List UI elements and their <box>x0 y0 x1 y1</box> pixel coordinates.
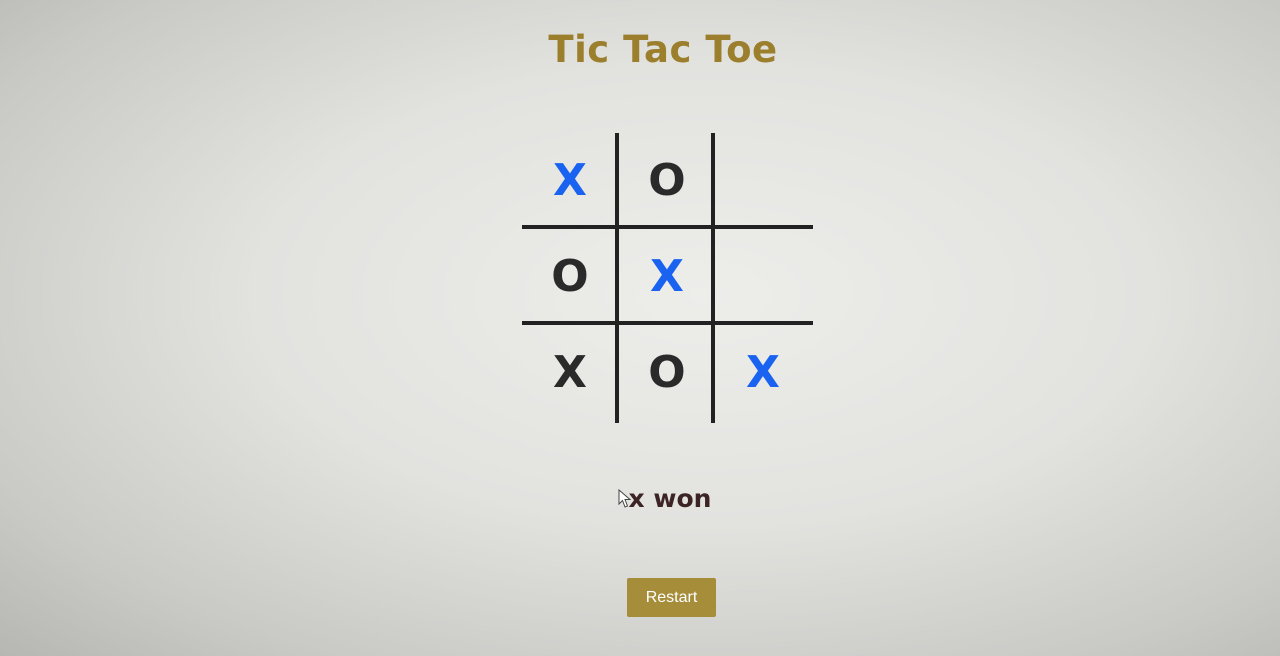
board-cell-9[interactable]: X <box>715 325 811 419</box>
board-cell-7[interactable]: X <box>522 325 618 419</box>
game-board: X O O X X O X <box>522 133 813 423</box>
board-cell-4[interactable]: O <box>522 229 618 323</box>
board-cell-8[interactable]: O <box>619 325 715 419</box>
mouse-pointer-icon <box>618 489 632 508</box>
game-title: Tic Tac Toe <box>548 28 778 71</box>
board-cell-2[interactable]: O <box>619 133 715 227</box>
restart-button[interactable]: Restart <box>627 578 716 617</box>
board-cell-1[interactable]: X <box>522 133 618 227</box>
board-cell-6[interactable] <box>715 229 811 323</box>
board-cell-5[interactable]: X <box>619 229 715 323</box>
game-status: x won <box>628 484 712 513</box>
board-cell-3[interactable] <box>715 133 811 227</box>
